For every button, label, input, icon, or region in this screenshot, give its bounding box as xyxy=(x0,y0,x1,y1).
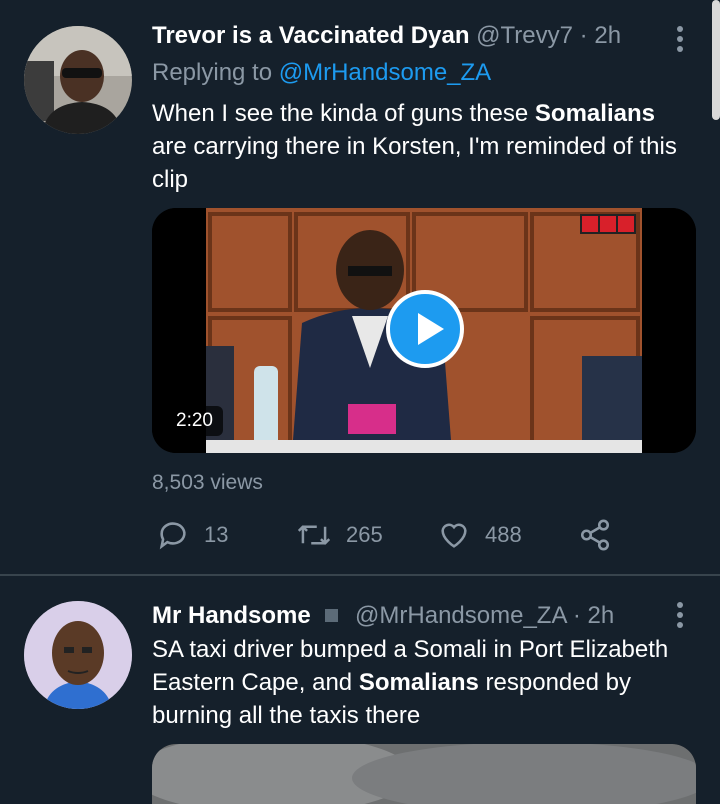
replying-to-link[interactable]: @MrHandsome_ZA xyxy=(279,59,491,86)
view-count: 8,503 views xyxy=(152,471,263,494)
video-player[interactable]: 2:20 xyxy=(152,208,696,453)
reply-icon xyxy=(159,522,186,550)
flag-icon xyxy=(325,609,339,623)
separator-dot: · xyxy=(579,22,588,49)
retweet-count: 265 xyxy=(346,522,383,547)
display-name[interactable]: Trevor is a Vaccinated Dyan xyxy=(152,22,470,49)
highlighted-word: Somalians xyxy=(534,100,655,127)
more-options-icon[interactable] xyxy=(675,26,685,56)
play-button[interactable] xyxy=(386,290,464,368)
avatar[interactable] xyxy=(24,26,132,134)
heart-icon xyxy=(441,523,467,548)
more-options-icon[interactable] xyxy=(675,602,685,632)
tweet-text: SA taxi driver bumped a Somali in Port E… xyxy=(152,636,669,729)
display-name[interactable]: Mr Handsome xyxy=(152,602,311,629)
highlighted-word: Somalians xyxy=(358,669,479,696)
reply-count: 13 xyxy=(204,522,229,547)
share-button[interactable] xyxy=(578,518,626,552)
like-button[interactable]: 488 xyxy=(437,518,522,552)
tweet-text: When I see the kinda of guns these Somal… xyxy=(152,100,677,193)
video-duration: 2:20 xyxy=(166,406,223,436)
like-count: 488 xyxy=(485,522,522,547)
tweet[interactable]: Trevor is a Vaccinated Dyan @Trevy7 · 2h… xyxy=(0,0,720,575)
reply-button[interactable]: 13 xyxy=(156,518,228,552)
media-thumbnail xyxy=(152,744,696,804)
handle[interactable]: @MrHandsome_ZA xyxy=(355,602,566,629)
avatar[interactable] xyxy=(24,601,132,709)
timestamp[interactable]: 2h xyxy=(588,602,615,629)
share-icon xyxy=(580,519,610,551)
retweet-button[interactable]: 265 xyxy=(296,518,383,552)
tweet[interactable]: Mr Handsome @MrHandsome_ZA · 2h SA taxi … xyxy=(0,576,720,804)
tweet-media[interactable] xyxy=(152,744,696,804)
timestamp[interactable]: 2h xyxy=(594,22,621,49)
retweet-icon xyxy=(297,525,331,545)
handle[interactable]: @Trevy7 xyxy=(476,22,573,49)
replying-to-label: Replying to xyxy=(152,59,273,86)
separator-dot: · xyxy=(572,602,581,629)
